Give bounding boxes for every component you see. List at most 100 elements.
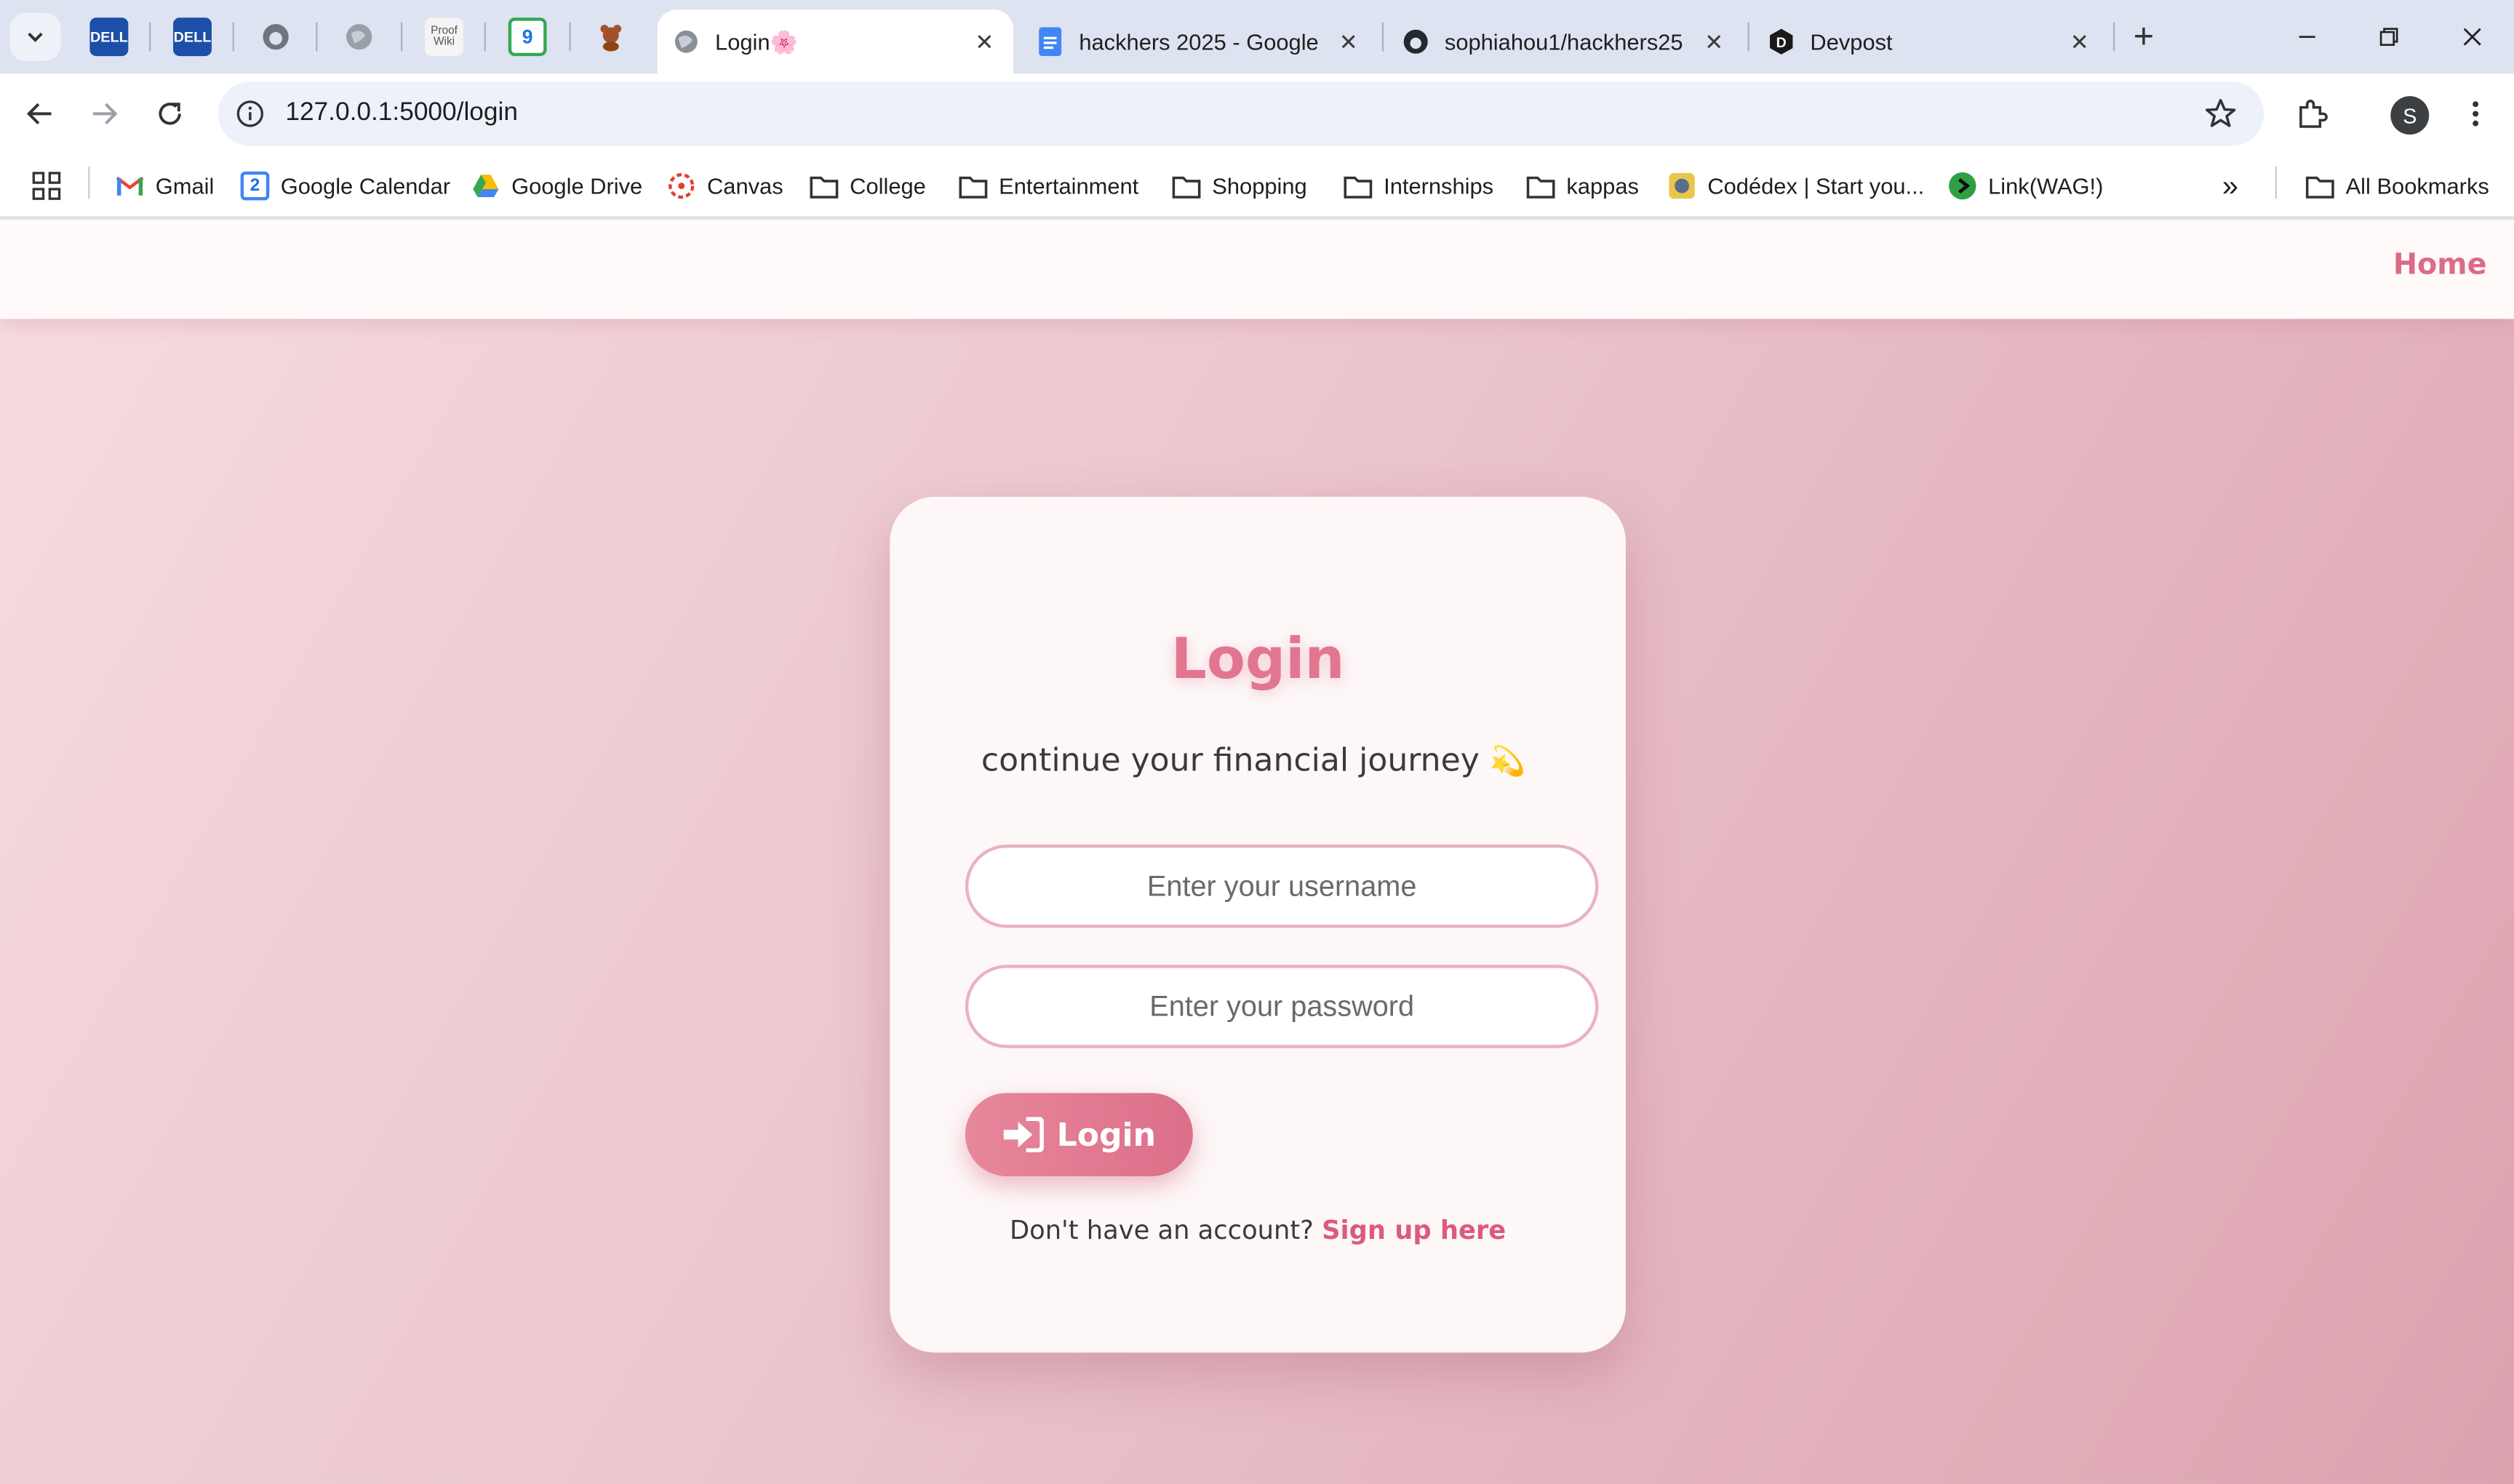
bookmark-folder-college[interactable]: College bbox=[810, 167, 926, 205]
bookmark-label: Internships bbox=[1384, 172, 1494, 199]
info-icon[interactable] bbox=[234, 97, 266, 129]
link-icon bbox=[1948, 172, 1977, 201]
arrow-left-icon bbox=[26, 103, 52, 125]
bookmark-label: Canvas bbox=[707, 172, 783, 199]
bookmark-google-calendar[interactable]: 2 Google Calendar bbox=[240, 167, 450, 205]
bookmark-label: Gmail bbox=[155, 172, 215, 199]
menu-button[interactable] bbox=[2451, 89, 2499, 137]
dell-icon: DELL bbox=[173, 28, 212, 45]
subtitle-text: continue your financial journey bbox=[981, 740, 1480, 779]
tab-separator bbox=[569, 22, 571, 52]
username-input[interactable] bbox=[965, 844, 1599, 928]
back-button[interactable] bbox=[16, 89, 64, 137]
tab-hackhers-doc[interactable]: hackhers 2025 - Google ✕ bbox=[1021, 9, 1377, 73]
pinned-tab-dell-1[interactable]: DELL bbox=[89, 17, 129, 57]
tab-devpost[interactable]: D Devpost ✕ bbox=[1752, 9, 2108, 73]
pinned-tab-globe[interactable] bbox=[340, 17, 378, 56]
restore-button[interactable] bbox=[2352, 13, 2425, 61]
github-icon bbox=[263, 24, 289, 50]
bookmark-folder-shopping[interactable]: Shopping bbox=[1172, 167, 1307, 205]
globe-icon bbox=[346, 24, 372, 50]
close-icon[interactable]: ✕ bbox=[1333, 25, 1365, 57]
minimize-button[interactable] bbox=[2270, 13, 2344, 61]
teddy-bear-icon bbox=[600, 25, 622, 52]
login-title: Login bbox=[1170, 628, 1345, 693]
bookmark-label: Link(WAG!) bbox=[1988, 172, 2104, 199]
arrow-right-icon bbox=[92, 103, 118, 125]
apps-button[interactable] bbox=[32, 167, 72, 205]
folder-icon bbox=[810, 172, 839, 201]
bookmark-folder-internships[interactable]: Internships bbox=[1344, 167, 1493, 205]
bookmark-folder-kappas[interactable]: kappas bbox=[1526, 167, 1639, 205]
extensions-button[interactable] bbox=[2288, 89, 2336, 137]
browser-toolbar: 127.0.0.1:5000/login S bbox=[0, 73, 2514, 154]
sign-in-icon bbox=[1002, 1117, 1044, 1152]
pinned-tab-teddy[interactable] bbox=[591, 17, 630, 56]
pinned-tab-github[interactable] bbox=[257, 17, 295, 56]
password-input[interactable] bbox=[965, 965, 1599, 1048]
nav-home-link[interactable]: Home bbox=[2393, 248, 2487, 282]
site-navbar: Home bbox=[0, 219, 2514, 319]
pinned-tab-proofwiki[interactable]: Proof Wiki bbox=[425, 17, 463, 57]
gmail-icon bbox=[116, 172, 145, 201]
folder-icon bbox=[2305, 172, 2334, 201]
bookmark-label: kappas bbox=[1566, 172, 1639, 199]
tab-separator bbox=[1747, 22, 1749, 52]
dizzy-emoji-icon: 💫 bbox=[1489, 745, 1526, 779]
proofwiki-icon: Proof Wiki bbox=[431, 25, 458, 49]
bookmark-google-drive[interactable]: Google Drive bbox=[471, 167, 642, 205]
bookmark-link-wag[interactable]: Link(WAG!) bbox=[1948, 167, 2103, 205]
login-button-label: Login bbox=[1056, 1115, 1157, 1154]
tab-login[interactable]: Login🌸 ✕ bbox=[657, 9, 1013, 74]
bookmark-star-icon[interactable] bbox=[2203, 96, 2238, 131]
pinned-tab-calendar[interactable]: 9 bbox=[508, 17, 547, 57]
calendar-icon: 9 bbox=[522, 25, 533, 49]
tab-search-button[interactable] bbox=[9, 12, 61, 61]
signup-link[interactable]: Sign up here bbox=[1322, 1215, 1506, 1245]
bookmark-label: All Bookmarks bbox=[2345, 172, 2489, 199]
new-tab-button[interactable]: + bbox=[2123, 16, 2164, 57]
folder-icon bbox=[959, 172, 988, 201]
bookmark-label: Google Drive bbox=[511, 172, 643, 199]
address-bar[interactable]: 127.0.0.1:5000/login bbox=[218, 81, 2264, 146]
close-icon[interactable]: ✕ bbox=[1698, 25, 1730, 57]
page-content: Home Login continue your financial journ… bbox=[0, 219, 2514, 1484]
bookmark-label: Codédex | Start you... bbox=[1707, 172, 1925, 199]
tab-separator bbox=[401, 22, 403, 52]
bookmarks-overflow-button[interactable]: » bbox=[2222, 167, 2238, 205]
bookmark-label: College bbox=[850, 172, 926, 199]
close-icon[interactable]: ✕ bbox=[2064, 25, 2096, 57]
plus-icon: + bbox=[2133, 16, 2155, 57]
bookmark-label: Entertainment bbox=[999, 172, 1139, 199]
bookmarks-separator bbox=[88, 167, 90, 199]
reload-button[interactable] bbox=[146, 89, 194, 137]
folder-icon bbox=[1526, 172, 1555, 201]
tab-separator bbox=[316, 22, 318, 52]
google-docs-icon bbox=[1037, 27, 1063, 57]
close-window-button[interactable] bbox=[2435, 13, 2509, 61]
chevron-down-icon bbox=[28, 32, 43, 42]
more-vertical-icon bbox=[2473, 101, 2479, 127]
login-button[interactable]: Login bbox=[965, 1093, 1193, 1177]
minimize-icon bbox=[2299, 36, 2315, 38]
dell-icon: DELL bbox=[89, 28, 128, 45]
tab-strip: DELL DELL Proof Wiki 9 Login🌸 ✕ hackhers… bbox=[0, 0, 2514, 74]
pinned-tab-dell-2[interactable]: DELL bbox=[173, 17, 212, 57]
apps-grid-icon bbox=[32, 172, 61, 201]
forward-button[interactable] bbox=[80, 89, 128, 137]
bookmark-folder-entertainment[interactable]: Entertainment bbox=[959, 167, 1138, 205]
url-text[interactable]: 127.0.0.1:5000/login bbox=[285, 81, 518, 145]
tab-title: Login🌸 bbox=[715, 28, 798, 54]
double-chevron-right-icon: » bbox=[2222, 169, 2238, 202]
reload-icon bbox=[159, 103, 181, 125]
bookmark-canvas[interactable]: Canvas bbox=[667, 167, 783, 205]
puzzle-icon bbox=[2299, 100, 2328, 128]
tab-title: sophiahou1/hackhers25 bbox=[1444, 28, 1683, 55]
globe-icon bbox=[674, 29, 699, 55]
bookmark-codedex[interactable]: Codédex | Start you... bbox=[1667, 167, 1924, 205]
close-icon[interactable]: ✕ bbox=[968, 25, 1000, 57]
bookmark-gmail[interactable]: Gmail bbox=[116, 167, 215, 205]
tab-github-repo[interactable]: sophiahou1/hackhers25 ✕ bbox=[1387, 9, 1743, 73]
profile-avatar[interactable]: S bbox=[2390, 96, 2430, 135]
all-bookmarks-button[interactable]: All Bookmarks bbox=[2305, 167, 2489, 205]
